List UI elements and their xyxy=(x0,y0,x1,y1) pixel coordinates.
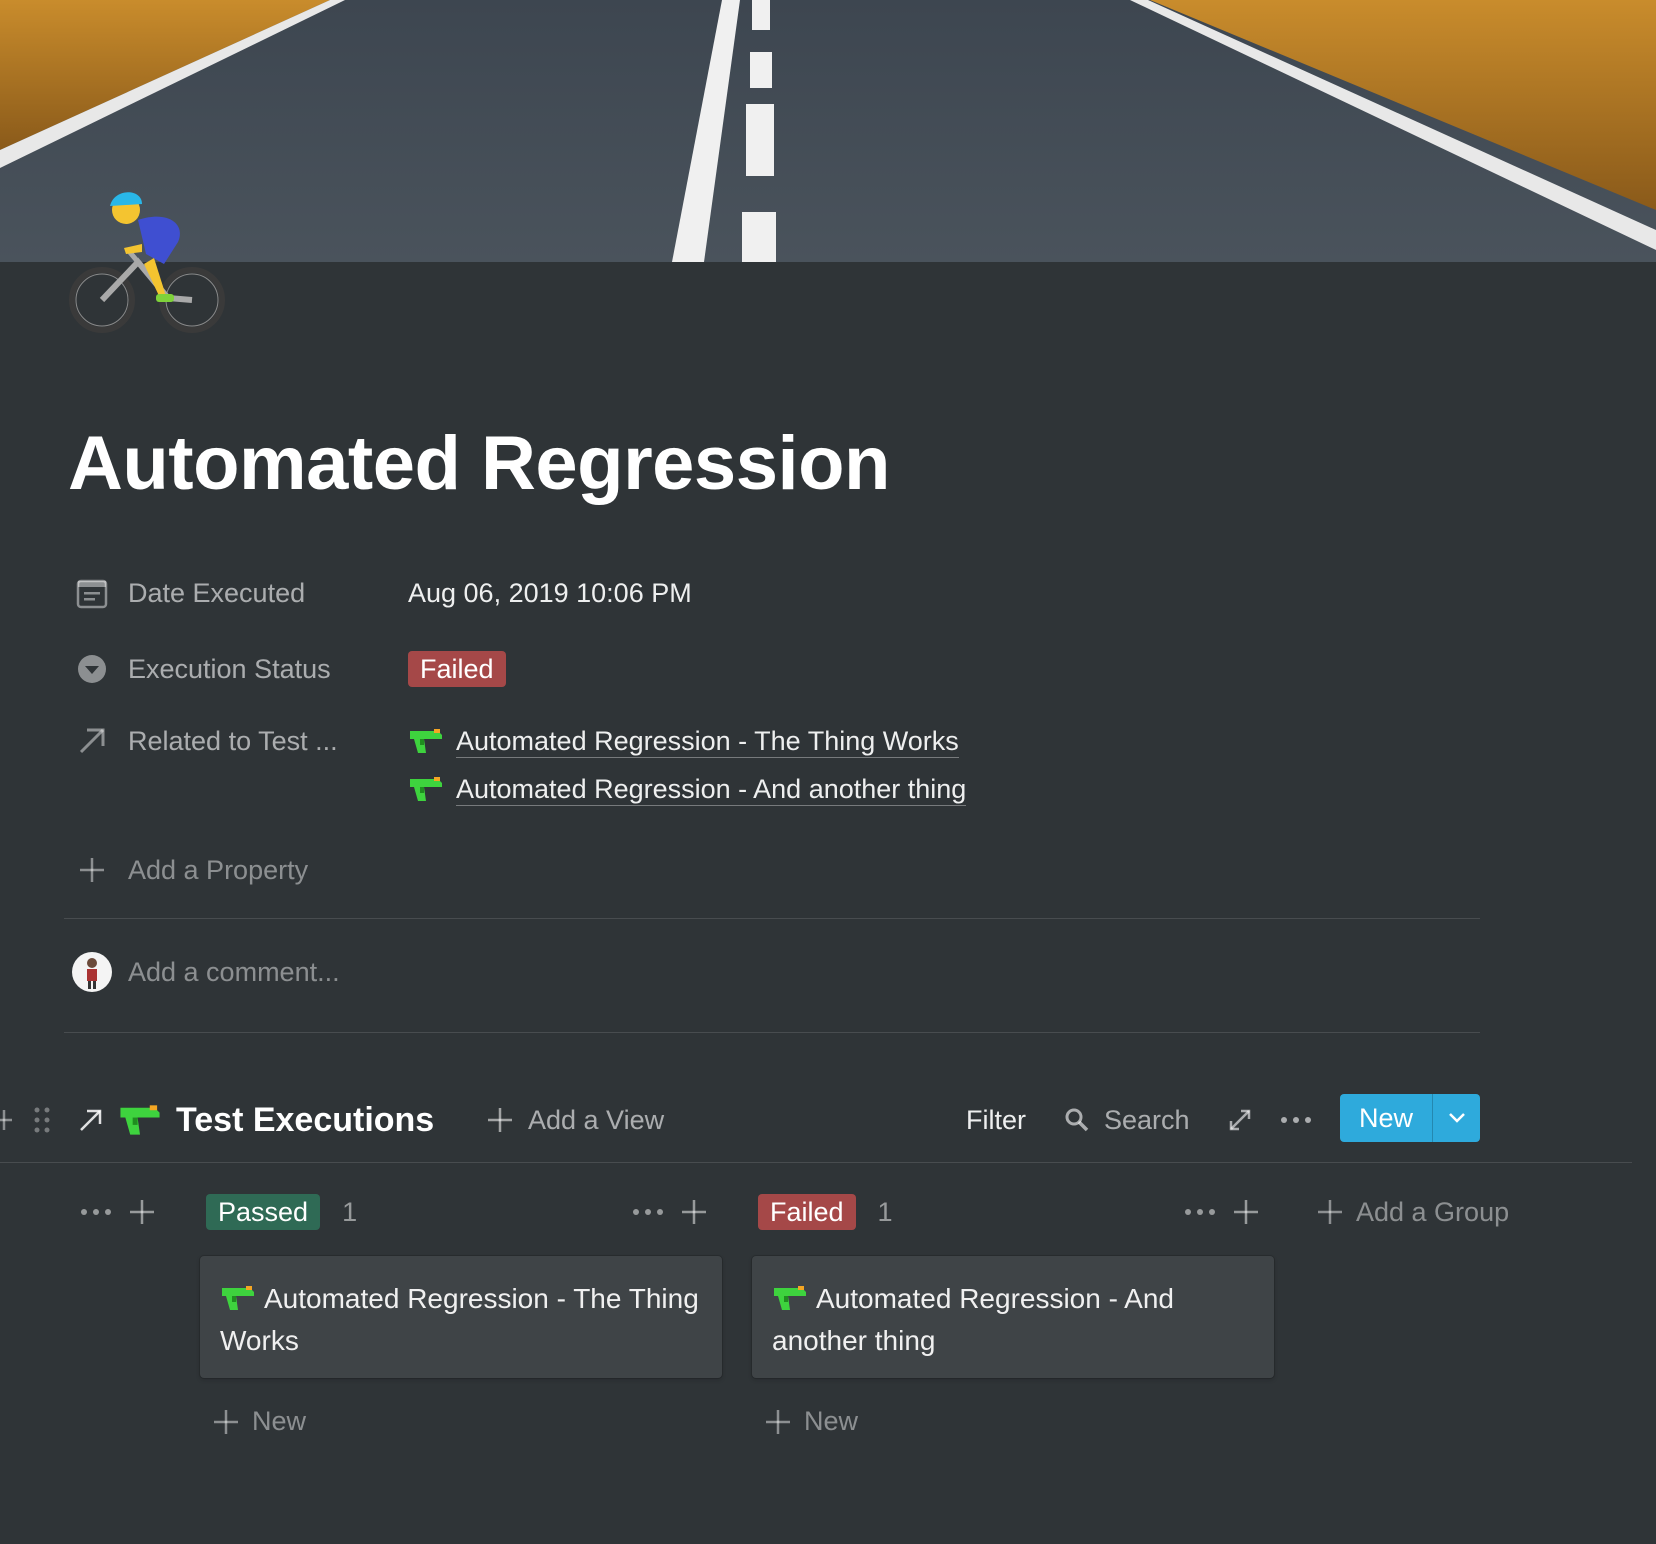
search-button[interactable]: Search xyxy=(1064,1094,1190,1146)
search-label: Search xyxy=(1104,1104,1190,1135)
card-title-text: Automated Regression - And another thing xyxy=(772,1283,1174,1356)
plus-icon[interactable] xyxy=(1232,1198,1260,1226)
plus-icon[interactable] xyxy=(680,1198,708,1226)
card-title: Automated Regression - And another thing xyxy=(772,1278,1254,1362)
group-controls xyxy=(80,1192,156,1232)
chevron-circle-icon xyxy=(72,649,112,689)
more-options-icon[interactable] xyxy=(632,1207,664,1217)
group-label: Failed xyxy=(758,1194,856,1230)
divider xyxy=(0,1162,1632,1163)
add-group-button[interactable]: Add a Group xyxy=(1316,1192,1509,1232)
plus-icon xyxy=(214,1409,238,1434)
cyclist-emoji-icon[interactable] xyxy=(68,180,228,340)
open-as-page-icon[interactable] xyxy=(78,1094,104,1146)
add-view-button[interactable]: Add a View xyxy=(486,1094,664,1146)
group-header-failed[interactable]: Failed 1 xyxy=(758,1192,893,1232)
board-card[interactable]: Automated Regression - The Thing Works xyxy=(200,1256,722,1378)
comment-placeholder: Add a comment... xyxy=(128,956,340,987)
card-title-text: Automated Regression - The Thing Works xyxy=(220,1283,699,1356)
execution-status-value[interactable]: Failed xyxy=(408,649,506,689)
board-card[interactable]: Automated Regression - And another thing xyxy=(752,1256,1274,1378)
new-card-label: New xyxy=(804,1406,859,1436)
water-pistol-icon xyxy=(410,777,442,801)
calendar-icon xyxy=(72,573,112,613)
arrow-up-right-icon xyxy=(72,721,112,761)
group-count: 1 xyxy=(342,1196,358,1227)
water-pistol-icon xyxy=(410,729,442,753)
search-icon xyxy=(1065,1108,1089,1132)
property-date-executed: Date Executed Aug 06, 2019 10:06 PM xyxy=(72,573,692,613)
group-count: 1 xyxy=(877,1196,893,1227)
more-options-icon[interactable] xyxy=(1184,1207,1216,1217)
new-card-button[interactable]: New xyxy=(764,1406,858,1437)
page-cover[interactable] xyxy=(0,0,1656,262)
relation-link[interactable]: Automated Regression - And another thing xyxy=(456,773,967,806)
avatar xyxy=(72,952,112,992)
card-title: Automated Regression - The Thing Works xyxy=(220,1278,702,1362)
filter-label: Filter xyxy=(966,1104,1026,1135)
database-title[interactable]: Test Executions xyxy=(118,1094,434,1146)
water-pistol-icon xyxy=(774,1286,806,1310)
plus-icon xyxy=(766,1409,790,1434)
property-execution-status: Execution Status Failed xyxy=(72,649,506,689)
chevron-down-icon[interactable] xyxy=(1433,1112,1480,1124)
group-header-passed[interactable]: Passed 1 xyxy=(206,1192,357,1232)
database-title-text: Test Executions xyxy=(176,1100,435,1139)
plus-icon xyxy=(1318,1200,1342,1224)
plus-icon[interactable] xyxy=(128,1198,156,1226)
relation-link[interactable]: Automated Regression - The Thing Works xyxy=(456,725,959,758)
group-controls xyxy=(632,1192,708,1232)
add-property-button[interactable]: Add a Property xyxy=(72,850,308,890)
group-controls xyxy=(1184,1192,1260,1232)
group-label: Passed xyxy=(206,1194,321,1230)
add-property-label: Add a Property xyxy=(128,854,309,885)
divider xyxy=(64,1032,1480,1033)
date-executed-value[interactable]: Aug 06, 2019 10:06 PM xyxy=(408,573,692,613)
property-name[interactable]: Date Executed xyxy=(128,573,408,613)
water-pistol-icon xyxy=(222,1286,254,1310)
property-related: Related to Test ... Automated Regression… xyxy=(72,721,967,813)
more-options-icon[interactable] xyxy=(80,1207,112,1217)
plus-icon[interactable] xyxy=(0,1094,14,1146)
filter-button[interactable]: Filter xyxy=(966,1094,1026,1146)
expand-icon[interactable] xyxy=(1228,1094,1252,1146)
drag-handle-icon[interactable] xyxy=(32,1094,52,1146)
comment-input[interactable]: Add a comment... xyxy=(72,952,340,992)
related-value[interactable]: Automated Regression - The Thing Works A… xyxy=(408,717,967,813)
relation-item[interactable]: Automated Regression - And another thing xyxy=(408,765,967,813)
more-options-icon[interactable] xyxy=(1280,1094,1312,1146)
add-group-label: Add a Group xyxy=(1356,1196,1510,1227)
divider xyxy=(64,918,1480,919)
page-title[interactable]: Automated Regression xyxy=(68,420,890,507)
add-view-label: Add a View xyxy=(528,1104,665,1135)
relation-item[interactable]: Automated Regression - The Thing Works xyxy=(408,717,966,765)
new-card-label: New xyxy=(252,1406,307,1436)
water-pistol-icon xyxy=(120,1105,160,1135)
property-name[interactable]: Related to Test ... xyxy=(128,721,408,761)
plus-icon xyxy=(72,850,112,890)
property-name[interactable]: Execution Status xyxy=(128,649,408,689)
road-cover-image xyxy=(0,0,1656,262)
plus-icon xyxy=(488,1108,512,1132)
new-button[interactable]: New xyxy=(1340,1094,1480,1142)
new-button-label[interactable]: New xyxy=(1340,1103,1432,1134)
new-card-button[interactable]: New xyxy=(212,1406,306,1437)
status-badge: Failed xyxy=(408,651,506,687)
